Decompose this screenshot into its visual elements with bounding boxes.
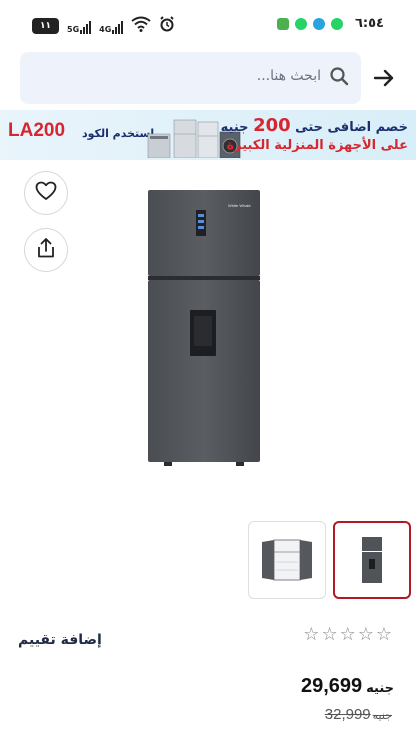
wishlist-button[interactable] <box>24 171 68 215</box>
thumbnail-open[interactable] <box>248 521 326 599</box>
refrigerator-closed-icon <box>362 537 382 583</box>
old-price: 32,999 جنيه <box>325 706 392 723</box>
promo-subline: على الأجهزة المنزلية الكبيرة <box>226 138 408 153</box>
battery-icon: ١١ <box>32 18 59 34</box>
promo-headline-after: جنيه <box>220 120 249 135</box>
search-icon[interactable] <box>329 66 349 90</box>
price-currency: جنيه <box>366 681 394 696</box>
promo-code-prefix: استخدم الكود <box>82 127 155 140</box>
whatsapp-icon <box>294 17 307 30</box>
network-label-1: 5G <box>67 25 80 34</box>
battery-level: ١١ <box>40 21 51 31</box>
whatsapp-icon <box>330 17 343 30</box>
promo-headline: خصم اضافى حتى 200 جنيه <box>221 115 408 136</box>
rating-stars: ☆ ☆ ☆ ☆ ☆ <box>303 626 392 644</box>
status-right: ٦:٥٤ <box>276 16 384 31</box>
wifi-icon <box>131 16 151 36</box>
alarm-icon <box>159 16 175 36</box>
thumbnail-selected[interactable] <box>333 521 411 599</box>
star-outline-icon: ☆ <box>375 624 392 645</box>
star-outline-icon: ☆ <box>357 624 374 645</box>
messages-icon <box>276 17 289 30</box>
status-bar: ١١ 5G 4G ٦:٥٤ <box>0 0 416 50</box>
share-button[interactable] <box>24 228 68 272</box>
network-label-2: 4G <box>99 25 112 34</box>
share-icon <box>36 237 56 263</box>
brand-logo: White Whale <box>228 203 251 208</box>
old-price-value: 32,999 <box>324 706 371 723</box>
price-value: 29,699 <box>300 675 363 697</box>
signal-5g-icon: 5G <box>67 18 92 34</box>
arrow-right-icon[interactable] <box>372 66 396 94</box>
promo-amount: 200 <box>253 115 291 136</box>
signal-4g-icon: 4G <box>99 18 124 34</box>
clock: ٦:٥٤ <box>354 16 384 31</box>
refrigerator-open-icon <box>262 539 312 581</box>
star-outline-icon: ☆ <box>303 624 320 645</box>
old-price-currency: جنيه <box>372 709 392 722</box>
heart-icon <box>35 181 57 205</box>
add-review-link[interactable]: إضافة تقييم <box>18 632 102 648</box>
status-left: ١١ 5G 4G <box>32 16 175 36</box>
search-input[interactable]: ابحث هنا... <box>20 52 361 104</box>
current-price: 29,699 جنيه <box>301 675 394 698</box>
search-placeholder: ابحث هنا... <box>256 68 321 84</box>
telegram-icon <box>312 17 325 30</box>
promo-banner[interactable]: LA200 استخدم الكود خصم اضافى حتى 200 جني… <box>0 110 416 160</box>
star-outline-icon: ☆ <box>339 624 356 645</box>
product-image[interactable] <box>146 190 262 466</box>
promo-headline-before: خصم اضافى حتى <box>295 120 408 135</box>
star-outline-icon: ☆ <box>321 624 338 645</box>
promo-code: LA200 <box>8 120 66 141</box>
